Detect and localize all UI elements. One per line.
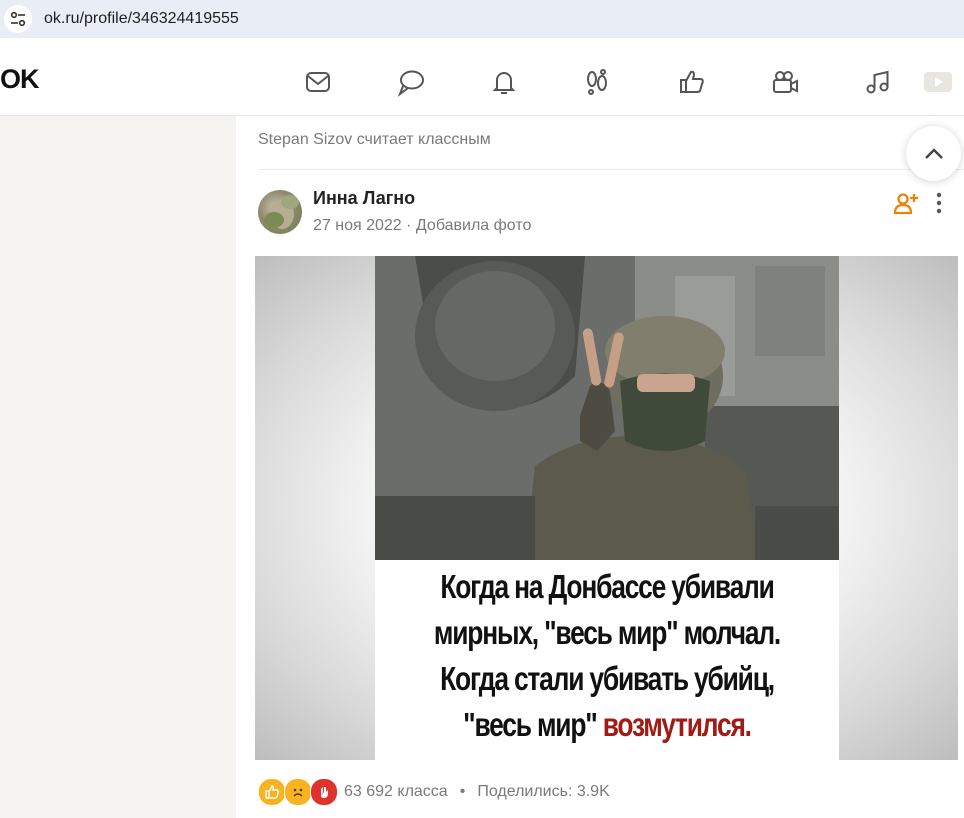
post-reason[interactable]: Stepan Sizov считает классным <box>258 131 491 149</box>
post-footer: 63 692 класса • Поделились: 3.9K <box>258 776 610 808</box>
caption-line-1: Когда на Донбассе убивали <box>440 568 775 605</box>
left-sidebar <box>0 116 236 818</box>
author-avatar[interactable] <box>258 190 302 234</box>
mail-icon[interactable] <box>301 65 335 99</box>
feed-post: Stepan Sizov считает классным Инна Лагно… <box>236 116 964 818</box>
video-icon[interactable] <box>768 65 802 99</box>
caption-line-3: Когда стали убивать убийц, <box>440 660 775 697</box>
reactions[interactable] <box>258 778 338 806</box>
footer-separator: • <box>459 783 466 800</box>
sad-reaction-icon <box>284 778 312 806</box>
chat-icon[interactable] <box>394 65 428 99</box>
like-icon[interactable] <box>675 65 709 99</box>
photo-caption: Когда на Донбассе убивали мирных, "весь … <box>421 564 792 748</box>
more-options-icon[interactable] <box>928 190 950 216</box>
chevron-up-icon <box>924 147 943 159</box>
site-header: OK <box>0 49 964 116</box>
caption-line-2: мирных, "весь мир" молчал. <box>433 614 781 651</box>
post-photo[interactable]: Когда на Донбассе убивали мирных, "весь … <box>255 256 958 760</box>
photo-content: Когда на Донбассе убивали мирных, "весь … <box>375 256 839 760</box>
add-friend-icon[interactable] <box>893 190 919 216</box>
url-text[interactable]: ok.ru/profile/346324419555 <box>44 10 239 28</box>
like-reaction-icon <box>258 778 286 806</box>
ok-logo[interactable]: OK <box>0 64 39 95</box>
browser-toolbar: ok.ru/profile/346324419555 <box>0 0 964 48</box>
divider <box>258 169 964 170</box>
address-bar[interactable]: ok.ru/profile/346324419555 <box>0 0 964 38</box>
likes-count[interactable]: 63 692 класса <box>344 783 448 801</box>
soldier-image <box>375 256 839 560</box>
music-icon[interactable] <box>861 65 895 99</box>
guests-icon[interactable] <box>580 65 614 99</box>
shares-count[interactable]: Поделились: 3.9K <box>477 783 609 801</box>
site-info-icon[interactable] <box>4 5 32 33</box>
post-meta: 27 ноя 2022 · Добавила фото <box>313 217 532 234</box>
caption-line-4: "весь мир" возмутился. <box>421 702 792 748</box>
scroll-up-button[interactable] <box>906 126 961 181</box>
bell-icon[interactable] <box>487 65 521 99</box>
author-name[interactable]: Инна Лагно <box>313 188 415 209</box>
caption-black-part: "весь мир" <box>463 706 598 743</box>
wow-reaction-icon <box>310 778 338 806</box>
games-icon[interactable] <box>920 65 954 99</box>
caption-red-part: возмутился. <box>602 706 752 743</box>
